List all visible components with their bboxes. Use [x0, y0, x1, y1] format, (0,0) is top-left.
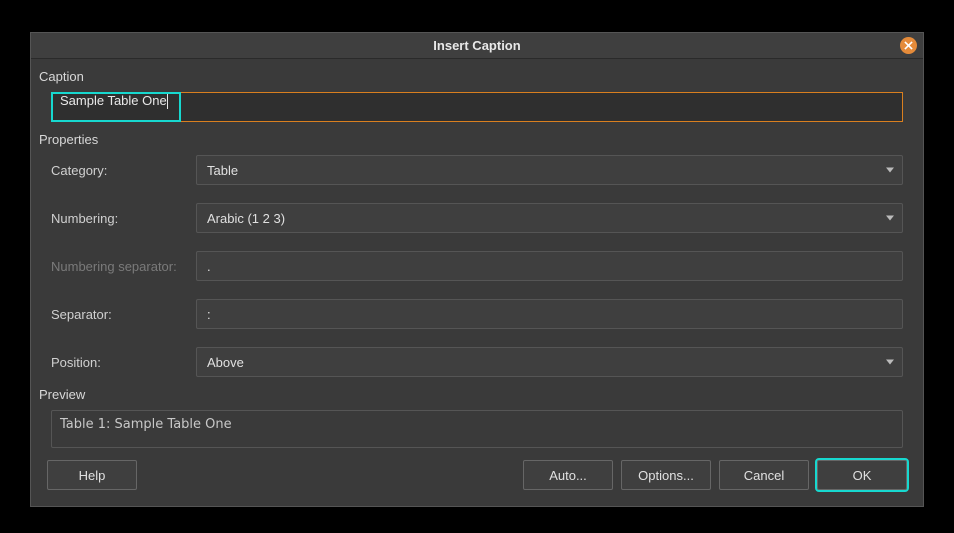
preview-section-label: Preview [39, 385, 915, 410]
category-select[interactable]: Table [196, 155, 903, 185]
separator-label: Separator: [51, 307, 196, 322]
numbering-value: Arabic (1 2 3) [207, 211, 285, 226]
cancel-button[interactable]: Cancel [719, 460, 809, 490]
category-value: Table [207, 163, 238, 178]
titlebar: Insert Caption [31, 33, 923, 59]
separator-input[interactable]: : [196, 299, 903, 329]
position-value: Above [207, 355, 244, 370]
chevron-down-icon [886, 360, 894, 365]
chevron-down-icon [886, 168, 894, 173]
numbering-label: Numbering: [51, 211, 196, 226]
numbering-separator-label: Numbering separator: [51, 259, 196, 274]
position-select[interactable]: Above [196, 347, 903, 377]
auto-button[interactable]: Auto... [523, 460, 613, 490]
chevron-down-icon [886, 216, 894, 221]
caption-section-label: Caption [39, 67, 915, 92]
caption-input[interactable]: Sample Table One [51, 92, 903, 122]
preview-text: Table 1: Sample Table One [60, 417, 232, 432]
options-button[interactable]: Options... [621, 460, 711, 490]
dialog-title: Insert Caption [433, 38, 520, 53]
insert-caption-dialog: Insert Caption Caption Sample Table One … [30, 32, 924, 507]
numbering-separator-input[interactable]: . [196, 251, 903, 281]
text-caret [167, 94, 168, 109]
category-label: Category: [51, 163, 196, 178]
separator-value: : [207, 307, 211, 322]
ok-button[interactable]: OK [817, 460, 907, 490]
properties-section-label: Properties [39, 130, 915, 155]
button-row: Help Auto... Options... Cancel OK [39, 460, 915, 494]
numbering-select[interactable]: Arabic (1 2 3) [196, 203, 903, 233]
position-label: Position: [51, 355, 196, 370]
help-button[interactable]: Help [47, 460, 137, 490]
numbering-separator-value: . [207, 259, 211, 274]
preview-box: Table 1: Sample Table One [51, 410, 903, 448]
close-button[interactable] [900, 37, 917, 54]
caption-input-value: Sample Table One [60, 93, 167, 108]
close-icon [904, 41, 913, 50]
